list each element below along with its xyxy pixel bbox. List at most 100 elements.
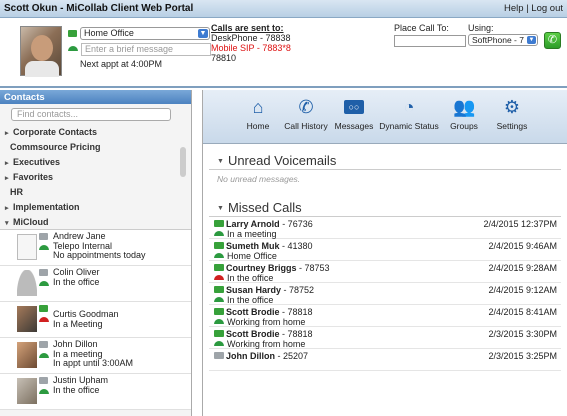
phone-icon[interactable] — [214, 341, 224, 346]
group-executives[interactable]: ▸ Executives — [0, 155, 191, 170]
group-commsource-pricing[interactable]: Commsource Pricing — [0, 140, 191, 155]
group-favorites[interactable]: ▸ Favorites — [0, 170, 191, 185]
title-bar: Scott Okun - MiCollab Client Web Portal … — [0, 0, 567, 18]
calls-sent-heading[interactable]: Calls are sent to: — [211, 23, 291, 33]
missed-call-row[interactable]: Susan Hardy - 78752 In the office 2/4/20… — [209, 283, 561, 305]
missed-call-row[interactable]: Sumeth Muk - 41380 Home Office 2/4/2015 … — [209, 239, 561, 261]
contact-item[interactable]: John Dillon In a meeting In appt until 3… — [0, 338, 191, 374]
dropdown-arrow-icon[interactable]: ▼ — [527, 36, 536, 44]
contact-status: No appointments today — [53, 250, 146, 260]
chat-icon[interactable] — [214, 220, 224, 227]
phone-icon[interactable] — [214, 231, 224, 236]
using-label: Using: — [468, 23, 494, 33]
phone-icon[interactable] — [39, 317, 49, 322]
contact-appointment: In appt until 3:00AM — [53, 358, 134, 368]
expand-arrow-icon: ▸ — [5, 175, 9, 182]
contact-item[interactable]: Justin Upham In the office — [0, 374, 191, 410]
place-call-input[interactable] — [394, 35, 466, 47]
contact-status: In the office — [53, 276, 100, 287]
chat-status-icon — [68, 30, 77, 37]
contact-status: In a Meeting — [53, 318, 103, 329]
chat-icon[interactable] — [39, 341, 48, 348]
contact-item[interactable]: Curtis Goodman In a Meeting — [0, 302, 191, 338]
phone-icon[interactable] — [214, 297, 224, 302]
group-micloud[interactable]: ▾ MiCloud — [0, 215, 191, 230]
avatar — [17, 270, 37, 296]
presence-status-select[interactable]: Home Office ▼ — [80, 27, 210, 40]
presence-status-value: Home Office — [84, 28, 134, 38]
app-title: Scott Okun - MiCollab Client Web Portal — [4, 3, 194, 14]
user-avatar — [20, 26, 62, 77]
missed-call-row[interactable]: Scott Brodie - 78818 Working from home 2… — [209, 327, 561, 349]
tab-settings[interactable]: ⚙ Settings — [488, 90, 536, 143]
call-timestamp: 2/4/2015 9:28AM — [488, 263, 557, 273]
dropdown-arrow-icon[interactable]: ▼ — [198, 29, 208, 38]
phone-icon: ✆ — [547, 34, 558, 46]
collapse-arrow-icon: ▼ — [217, 205, 224, 212]
avatar — [17, 378, 37, 404]
tab-call-history[interactable]: ✆ Call History — [282, 90, 330, 143]
calls-sent-to: Calls are sent to: DeskPhone - 78838 Mob… — [211, 23, 291, 63]
chat-icon[interactable] — [39, 269, 48, 276]
group-hr[interactable]: HR — [0, 185, 191, 200]
next-appointment: Next appt at 4:00PM — [80, 59, 163, 69]
contacts-scrollbar[interactable] — [180, 147, 186, 177]
missed-call-row[interactable]: Larry Arnold - 76736 In a meeting 2/4/20… — [209, 217, 561, 239]
phone-icon[interactable] — [214, 275, 224, 280]
status-message-input[interactable]: Enter a brief message — [81, 43, 211, 56]
group-implementation[interactable]: ▸ Implementation — [0, 200, 191, 215]
phone-icon[interactable] — [214, 253, 224, 258]
main-toolbar: ⌂ Home ✆ Call History ○○ Messages ◔ Dynamic … — [203, 90, 567, 144]
deskphone-line: DeskPhone - 78838 — [211, 33, 291, 43]
phone-status-icon — [68, 46, 78, 51]
chat-icon[interactable] — [214, 308, 224, 315]
chat-icon[interactable] — [39, 233, 48, 240]
tab-dynamic-status[interactable]: ◔ Dynamic Status — [378, 90, 440, 143]
call-timestamp: 2/4/2015 9:46AM — [488, 241, 557, 251]
tab-home[interactable]: ⌂ Home — [234, 90, 282, 143]
expand-arrow-icon: ▸ — [5, 205, 9, 212]
group-corporate-contacts[interactable]: ▸ Corporate Contacts — [0, 125, 191, 140]
expand-arrow-icon: ▸ — [5, 160, 9, 167]
phone-icon[interactable] — [39, 389, 49, 394]
missed-calls-header[interactable]: ▼ Missed Calls — [209, 191, 561, 217]
status-row: Home Office ▼ — [68, 27, 210, 40]
gear-icon: ⚙ — [503, 97, 521, 117]
contact-status: In the office — [53, 384, 100, 395]
phone-icon[interactable] — [39, 245, 49, 250]
contacts-heading: Contacts — [0, 90, 191, 104]
device-select[interactable]: SoftPhone - 7 ▼ — [468, 34, 538, 46]
device-select-value: SoftPhone - 7 — [472, 35, 524, 45]
dynamic-status-icon: ◔ — [403, 97, 415, 117]
contact-item[interactable]: Colin Oliver In the office — [0, 266, 191, 302]
missed-call-row[interactable]: John Dillon - 25207 2/3/2015 3:25PM — [209, 349, 561, 371]
help-logout-links[interactable]: Help | Log out — [504, 3, 563, 14]
missed-call-row[interactable]: Courtney Briggs - 78753 In the office 2/… — [209, 261, 561, 283]
call-history-icon: ✆ — [298, 97, 314, 117]
phone-icon[interactable] — [39, 353, 49, 358]
collapse-arrow-icon: ▾ — [5, 220, 9, 227]
avatar — [17, 234, 37, 260]
missed-call-row[interactable]: Scott Brodie - 78818 Working from home 2… — [209, 305, 561, 327]
chat-icon[interactable] — [214, 286, 224, 293]
chat-icon[interactable] — [214, 264, 224, 271]
chat-icon[interactable] — [214, 352, 224, 359]
tab-messages[interactable]: ○○ Messages — [330, 90, 378, 143]
message-row: Enter a brief message — [68, 43, 211, 56]
phone-icon[interactable] — [39, 281, 49, 286]
unread-voicemails-header[interactable]: ▼ Unread Voicemails — [209, 144, 561, 170]
chat-icon[interactable] — [39, 377, 48, 384]
forward-line: 78810 — [211, 53, 237, 63]
place-call-button[interactable]: ✆ — [544, 32, 561, 49]
chat-icon[interactable] — [39, 305, 48, 312]
home-icon: ⌂ — [252, 97, 264, 117]
call-timestamp: 2/3/2015 3:25PM — [488, 351, 557, 361]
place-call: Place Call To: — [394, 23, 466, 47]
contact-item[interactable]: Andrew Jane Telepo Internal No appointme… — [0, 230, 191, 266]
chat-icon[interactable] — [214, 242, 224, 249]
groups-icon: 👥 — [453, 97, 476, 117]
chat-icon[interactable] — [214, 330, 224, 337]
find-contacts-input[interactable]: Find contacts... — [11, 108, 171, 121]
phone-icon[interactable] — [214, 319, 224, 324]
tab-groups[interactable]: 👥 Groups — [440, 90, 488, 143]
